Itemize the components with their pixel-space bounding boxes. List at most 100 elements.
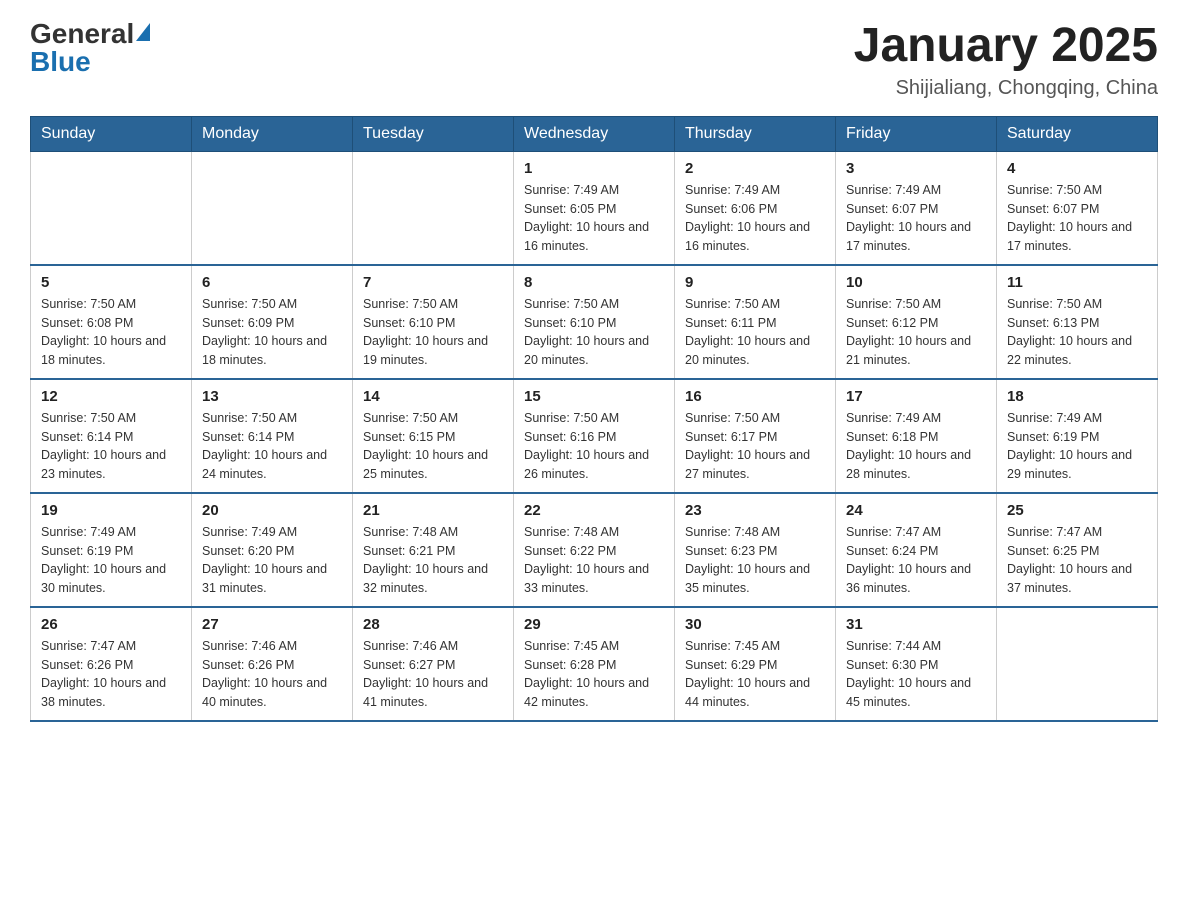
sun-info: Sunrise: 7:50 AMSunset: 6:10 PMDaylight:…	[363, 295, 503, 370]
day-number: 26	[41, 616, 181, 633]
sun-info: Sunrise: 7:48 AMSunset: 6:23 PMDaylight:…	[685, 523, 825, 598]
day-number: 23	[685, 502, 825, 519]
sun-info: Sunrise: 7:46 AMSunset: 6:26 PMDaylight:…	[202, 637, 342, 712]
calendar-week-2: 5 Sunrise: 7:50 AMSunset: 6:08 PMDaylight…	[31, 265, 1158, 379]
table-row: 14 Sunrise: 7:50 AMSunset: 6:15 PMDayligh…	[353, 379, 514, 493]
table-row: 19 Sunrise: 7:49 AMSunset: 6:19 PMDayligh…	[31, 493, 192, 607]
sun-info: Sunrise: 7:50 AMSunset: 6:07 PMDaylight:…	[1007, 181, 1147, 256]
table-row: 28Sunrise: 7:46 AMSunset: 6:27 PMDayligh…	[353, 607, 514, 721]
sun-info: Sunrise: 7:49 AMSunset: 6:19 PMDaylight:…	[1007, 409, 1147, 484]
day-number: 30	[685, 616, 825, 633]
day-number: 8	[524, 274, 664, 291]
table-row: 11 Sunrise: 7:50 AMSunset: 6:13 PMDayligh…	[997, 265, 1158, 379]
day-number: 17	[846, 388, 986, 405]
sun-info: Sunrise: 7:50 AMSunset: 6:12 PMDaylight:…	[846, 295, 986, 370]
table-row	[31, 151, 192, 265]
sun-info: Sunrise: 7:50 AMSunset: 6:16 PMDaylight:…	[524, 409, 664, 484]
table-row: 4 Sunrise: 7:50 AMSunset: 6:07 PMDaylight…	[997, 151, 1158, 265]
day-number: 9	[685, 274, 825, 291]
table-row: 29Sunrise: 7:45 AMSunset: 6:28 PMDayligh…	[514, 607, 675, 721]
day-number: 10	[846, 274, 986, 291]
header-saturday: Saturday	[997, 116, 1158, 151]
day-number: 12	[41, 388, 181, 405]
page-header: General Blue January 2025 Shijialiang, C…	[30, 20, 1158, 100]
day-number: 29	[524, 616, 664, 633]
sun-info: Sunrise: 7:50 AMSunset: 6:17 PMDaylight:…	[685, 409, 825, 484]
table-row: 22 Sunrise: 7:48 AMSunset: 6:22 PMDayligh…	[514, 493, 675, 607]
location-subtitle: Shijialiang, Chongqing, China	[854, 77, 1158, 100]
table-row: 12 Sunrise: 7:50 AMSunset: 6:14 PMDayligh…	[31, 379, 192, 493]
logo-blue-text: Blue	[30, 46, 91, 77]
sun-info: Sunrise: 7:50 AMSunset: 6:13 PMDaylight:…	[1007, 295, 1147, 370]
calendar-week-1: 1 Sunrise: 7:49 AMSunset: 6:05 PMDaylight…	[31, 151, 1158, 265]
day-number: 24	[846, 502, 986, 519]
day-number: 14	[363, 388, 503, 405]
day-number: 7	[363, 274, 503, 291]
table-row: 7 Sunrise: 7:50 AMSunset: 6:10 PMDaylight…	[353, 265, 514, 379]
sun-info: Sunrise: 7:49 AMSunset: 6:19 PMDaylight:…	[41, 523, 181, 598]
day-number: 27	[202, 616, 342, 633]
day-number: 5	[41, 274, 181, 291]
table-row: 1 Sunrise: 7:49 AMSunset: 6:05 PMDaylight…	[514, 151, 675, 265]
table-row: 26 Sunrise: 7:47 AMSunset: 6:26 PMDayligh…	[31, 607, 192, 721]
day-number: 4	[1007, 160, 1147, 177]
table-row	[997, 607, 1158, 721]
calendar-week-3: 12 Sunrise: 7:50 AMSunset: 6:14 PMDayligh…	[31, 379, 1158, 493]
table-row: 13 Sunrise: 7:50 AMSunset: 6:14 PMDayligh…	[192, 379, 353, 493]
table-row: 16Sunrise: 7:50 AMSunset: 6:17 PMDayligh…	[675, 379, 836, 493]
day-number: 11	[1007, 274, 1147, 291]
header-tuesday: Tuesday	[353, 116, 514, 151]
header-monday: Monday	[192, 116, 353, 151]
day-number: 19	[41, 502, 181, 519]
sun-info: Sunrise: 7:44 AMSunset: 6:30 PMDaylight:…	[846, 637, 986, 712]
sun-info: Sunrise: 7:49 AMSunset: 6:05 PMDaylight:…	[524, 181, 664, 256]
sun-info: Sunrise: 7:47 AMSunset: 6:26 PMDaylight:…	[41, 637, 181, 712]
sun-info: Sunrise: 7:50 AMSunset: 6:11 PMDaylight:…	[685, 295, 825, 370]
sun-info: Sunrise: 7:50 AMSunset: 6:14 PMDaylight:…	[41, 409, 181, 484]
day-number: 31	[846, 616, 986, 633]
table-row: 9 Sunrise: 7:50 AMSunset: 6:11 PMDaylight…	[675, 265, 836, 379]
day-number: 1	[524, 160, 664, 177]
sun-info: Sunrise: 7:50 AMSunset: 6:08 PMDaylight:…	[41, 295, 181, 370]
header-wednesday: Wednesday	[514, 116, 675, 151]
sun-info: Sunrise: 7:49 AMSunset: 6:18 PMDaylight:…	[846, 409, 986, 484]
day-number: 25	[1007, 502, 1147, 519]
day-number: 20	[202, 502, 342, 519]
sun-info: Sunrise: 7:49 AMSunset: 6:06 PMDaylight:…	[685, 181, 825, 256]
table-row: 6Sunrise: 7:50 AMSunset: 6:09 PMDaylight…	[192, 265, 353, 379]
table-row: 21 Sunrise: 7:48 AMSunset: 6:21 PMDayligh…	[353, 493, 514, 607]
sun-info: Sunrise: 7:45 AMSunset: 6:29 PMDaylight:…	[685, 637, 825, 712]
sun-info: Sunrise: 7:49 AMSunset: 6:07 PMDaylight:…	[846, 181, 986, 256]
table-row: 24 Sunrise: 7:47 AMSunset: 6:24 PMDayligh…	[836, 493, 997, 607]
sun-info: Sunrise: 7:46 AMSunset: 6:27 PMDaylight:…	[363, 637, 503, 712]
calendar-week-5: 26 Sunrise: 7:47 AMSunset: 6:26 PMDayligh…	[31, 607, 1158, 721]
sun-info: Sunrise: 7:50 AMSunset: 6:09 PMDaylight:…	[202, 295, 342, 370]
logo-general-text: General	[30, 18, 134, 49]
sun-info: Sunrise: 7:50 AMSunset: 6:14 PMDaylight:…	[202, 409, 342, 484]
day-number: 22	[524, 502, 664, 519]
table-row: 25 Sunrise: 7:47 AMSunset: 6:25 PMDayligh…	[997, 493, 1158, 607]
sun-info: Sunrise: 7:49 AMSunset: 6:20 PMDaylight:…	[202, 523, 342, 598]
month-title: January 2025	[854, 20, 1158, 73]
sun-info: Sunrise: 7:50 AMSunset: 6:10 PMDaylight:…	[524, 295, 664, 370]
table-row: 2Sunrise: 7:49 AMSunset: 6:06 PMDaylight…	[675, 151, 836, 265]
table-row: 18 Sunrise: 7:49 AMSunset: 6:19 PMDayligh…	[997, 379, 1158, 493]
sun-info: Sunrise: 7:47 AMSunset: 6:25 PMDaylight:…	[1007, 523, 1147, 598]
day-number: 15	[524, 388, 664, 405]
table-row: 31 Sunrise: 7:44 AMSunset: 6:30 PMDayligh…	[836, 607, 997, 721]
sun-info: Sunrise: 7:48 AMSunset: 6:21 PMDaylight:…	[363, 523, 503, 598]
day-number: 21	[363, 502, 503, 519]
table-row: 8 Sunrise: 7:50 AMSunset: 6:10 PMDaylight…	[514, 265, 675, 379]
table-row: 30 Sunrise: 7:45 AMSunset: 6:29 PMDayligh…	[675, 607, 836, 721]
table-row: 10 Sunrise: 7:50 AMSunset: 6:12 PMDayligh…	[836, 265, 997, 379]
table-row	[353, 151, 514, 265]
day-number: 13	[202, 388, 342, 405]
logo: General Blue	[30, 20, 150, 76]
header-friday: Friday	[836, 116, 997, 151]
sun-info: Sunrise: 7:48 AMSunset: 6:22 PMDaylight:…	[524, 523, 664, 598]
sun-info: Sunrise: 7:50 AMSunset: 6:15 PMDaylight:…	[363, 409, 503, 484]
table-row: 5 Sunrise: 7:50 AMSunset: 6:08 PMDaylight…	[31, 265, 192, 379]
day-number: 18	[1007, 388, 1147, 405]
calendar-week-4: 19 Sunrise: 7:49 AMSunset: 6:19 PMDayligh…	[31, 493, 1158, 607]
sun-info: Sunrise: 7:47 AMSunset: 6:24 PMDaylight:…	[846, 523, 986, 598]
